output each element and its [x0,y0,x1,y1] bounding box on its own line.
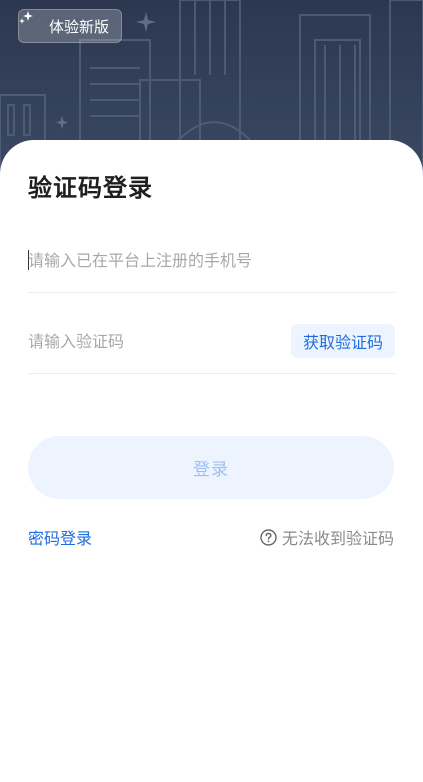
password-login-link[interactable]: 密码登录 [28,525,92,549]
code-field: 获取验证码 [28,318,395,374]
cannot-receive-code-label: 无法收到验证码 [281,529,394,548]
phone-field [28,236,395,293]
question-circle-icon [260,528,277,546]
sparkle-icon [19,11,43,33]
phone-input[interactable] [28,236,395,284]
get-code-button[interactable]: 获取验证码 [290,324,395,358]
try-new-version-button[interactable]: 体验新版 [18,9,123,43]
verification-code-input[interactable] [28,318,268,364]
cannot-receive-code-link[interactable]: 无法收到验证码 [260,525,394,549]
page-title: 验证码登录 [28,174,153,202]
text-cursor [28,250,29,270]
login-screen: 体验新版 验证码登录 获取验证码 登录 密码登录 无法收到验证码 [0,0,423,782]
try-new-version-label: 体验新版 [49,17,110,36]
login-button[interactable]: 登录 [28,436,394,499]
